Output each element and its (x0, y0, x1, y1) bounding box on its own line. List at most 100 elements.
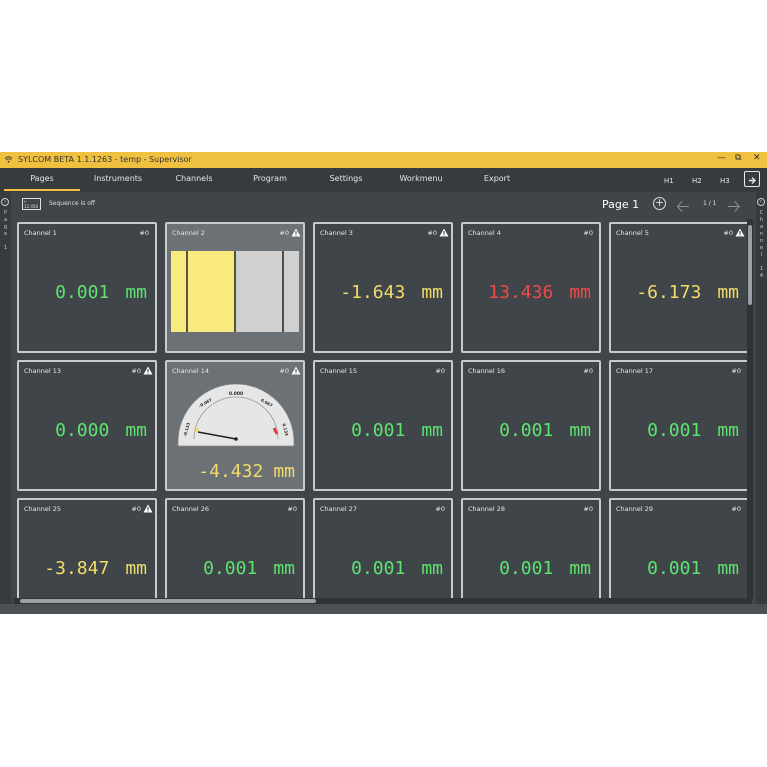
channel-tile[interactable]: Channel 3 #0 -1.643 mm (313, 222, 453, 353)
close-icon[interactable]: ✕ (753, 153, 761, 163)
vertical-scrollbar[interactable] (747, 219, 753, 598)
channel-tile[interactable]: Channel 26 #0 0.001 mm (165, 498, 305, 598)
channel-value: 0.001 mm (203, 558, 295, 579)
channel-tile[interactable]: Channel 15 #0 0.001 mm (313, 360, 453, 491)
page-label: Page 1 (602, 198, 640, 211)
channel-grid: Channel 1 #0 0.001 mm Channel 2 #0 Channe… (14, 219, 750, 598)
history-h2[interactable]: H2 (692, 177, 702, 185)
channel-unit: mm (125, 558, 147, 579)
tab-pages[interactable]: Pages (4, 174, 80, 191)
left-panel-label: P a g e 1 (3, 210, 8, 251)
channel-name: Channel 4 (468, 229, 501, 237)
channel-value-number: -6.173 (636, 282, 702, 303)
channel-name: Channel 5 (616, 229, 649, 237)
channel-unit: mm (421, 420, 443, 441)
minimize-icon[interactable]: — (717, 153, 726, 163)
channel-name: Channel 26 (172, 505, 210, 513)
channel-tile[interactable]: Channel 14 #0 0.000 -0.067 0.067 -0.133 … (165, 360, 305, 491)
warning-icon (143, 366, 153, 375)
restore-icon[interactable]: ⧉ (735, 153, 741, 163)
channel-value-number: 0.001 (647, 420, 702, 441)
channel-value: 0.001 mm (351, 558, 443, 579)
channel-tile[interactable]: Channel 17 #0 0.001 mm (609, 360, 749, 491)
tab-program[interactable]: Program (236, 174, 304, 183)
channel-value: -6.173 mm (636, 282, 739, 303)
channel-name: Channel 15 (320, 367, 358, 375)
main-menu: Pages Instruments Channels Program Setti… (0, 168, 767, 192)
channel-unit: mm (273, 558, 295, 579)
warning-icon (291, 366, 301, 375)
expand-left-icon[interactable]: › (1, 198, 9, 206)
left-side-panel[interactable]: › P a g e 1 (0, 192, 11, 614)
gauge-yellow-zone (194, 427, 200, 433)
channel-index: #0 (427, 229, 437, 237)
wifi-logo-icon (4, 156, 13, 163)
channel-tile[interactable]: Channel 29 #0 0.001 mm (609, 498, 749, 598)
channel-value: 0.001 mm (499, 420, 591, 441)
channel-unit: mm (569, 420, 591, 441)
channel-tile[interactable]: Channel 28 #0 0.001 mm (461, 498, 601, 598)
add-page-icon[interactable]: + (653, 197, 666, 210)
channel-value-number: -3.847 (44, 558, 110, 579)
tab-instruments[interactable]: Instruments (84, 174, 152, 183)
channel-tile[interactable]: Channel 5 #0 -6.173 mm (609, 222, 749, 353)
history-h1[interactable]: H1 (664, 177, 674, 185)
channel-value-number: 0.001 (647, 558, 702, 579)
warning-icon (291, 228, 301, 237)
channel-value: 0.001 mm (499, 558, 591, 579)
channel-unit: mm (717, 420, 739, 441)
status-strip (0, 604, 767, 614)
channel-index: #0 (731, 367, 741, 375)
channel-unit: mm (717, 282, 739, 303)
channel-value: -1.643 mm (340, 282, 443, 303)
right-side-panel[interactable]: ‹ C h a n n e l 1 4 (756, 192, 767, 614)
channel-index: #0 (583, 367, 593, 375)
expand-right-icon[interactable]: ‹ (757, 198, 765, 206)
warning-icon (143, 504, 153, 513)
tab-export[interactable]: Export (463, 174, 531, 183)
channel-unit: mm (125, 420, 147, 441)
right-panel-label: C h a n n e l 1 4 (759, 210, 764, 279)
tab-settings[interactable]: Settings (312, 174, 380, 183)
channel-name: Channel 1 (24, 229, 57, 237)
history-h3[interactable]: H3 (720, 177, 730, 185)
window-title: SYLCOM BETA 1.1.1263 - temp - Supervisor (18, 155, 192, 164)
channel-unit: mm (717, 558, 739, 579)
channel-name: Channel 28 (468, 505, 506, 513)
channel-value: -4.432 mm (198, 461, 295, 482)
channel-value-number: 0.001 (55, 282, 110, 303)
channel-value-number: -4.432 (198, 461, 264, 482)
channel-name: Channel 25 (24, 505, 62, 513)
warning-icon (439, 228, 449, 237)
tab-channels[interactable]: Channels (160, 174, 228, 183)
channel-value: 0.001 mm (55, 282, 147, 303)
channel-value-number: 13.436 (488, 282, 554, 303)
sequence-icon[interactable]: ← 12.456 (22, 198, 41, 210)
app-window: SYLCOM BETA 1.1.1263 - temp - Supervisor… (0, 152, 767, 614)
channel-index: #0 (723, 229, 733, 237)
bar-gray (235, 251, 299, 332)
channel-index: #0 (131, 505, 141, 513)
exit-icon[interactable] (744, 171, 760, 187)
channel-tile[interactable]: Channel 25 #0 -3.847 mm (17, 498, 157, 598)
bar-display (171, 251, 299, 332)
channel-tile[interactable]: Channel 2 #0 (165, 222, 305, 353)
gauge-center-label: 0.000 (229, 391, 243, 397)
channel-value: 0.001 mm (647, 558, 739, 579)
channel-name: Channel 3 (320, 229, 353, 237)
channel-value-number: 0.001 (499, 558, 554, 579)
horizontal-scroll-thumb[interactable] (20, 599, 316, 603)
channel-value-number: 0.001 (351, 420, 406, 441)
channel-value-number: -1.643 (340, 282, 406, 303)
sequence-icon-text: 12.456 (24, 204, 38, 209)
gauge-pivot (234, 437, 238, 441)
channel-tile[interactable]: Channel 27 #0 0.001 mm (313, 498, 453, 598)
vertical-scroll-thumb[interactable] (748, 225, 752, 305)
channel-index: #0 (287, 505, 297, 513)
channel-tile[interactable]: Channel 13 #0 0.000 mm (17, 360, 157, 491)
tab-workmenu[interactable]: Workmenu (387, 174, 455, 183)
channel-tile[interactable]: Channel 4 #0 13.436 mm (461, 222, 601, 353)
channel-tile[interactable]: Channel 1 #0 0.001 mm (17, 222, 157, 353)
channel-name: Channel 13 (24, 367, 62, 375)
channel-tile[interactable]: Channel 16 #0 0.001 mm (461, 360, 601, 491)
